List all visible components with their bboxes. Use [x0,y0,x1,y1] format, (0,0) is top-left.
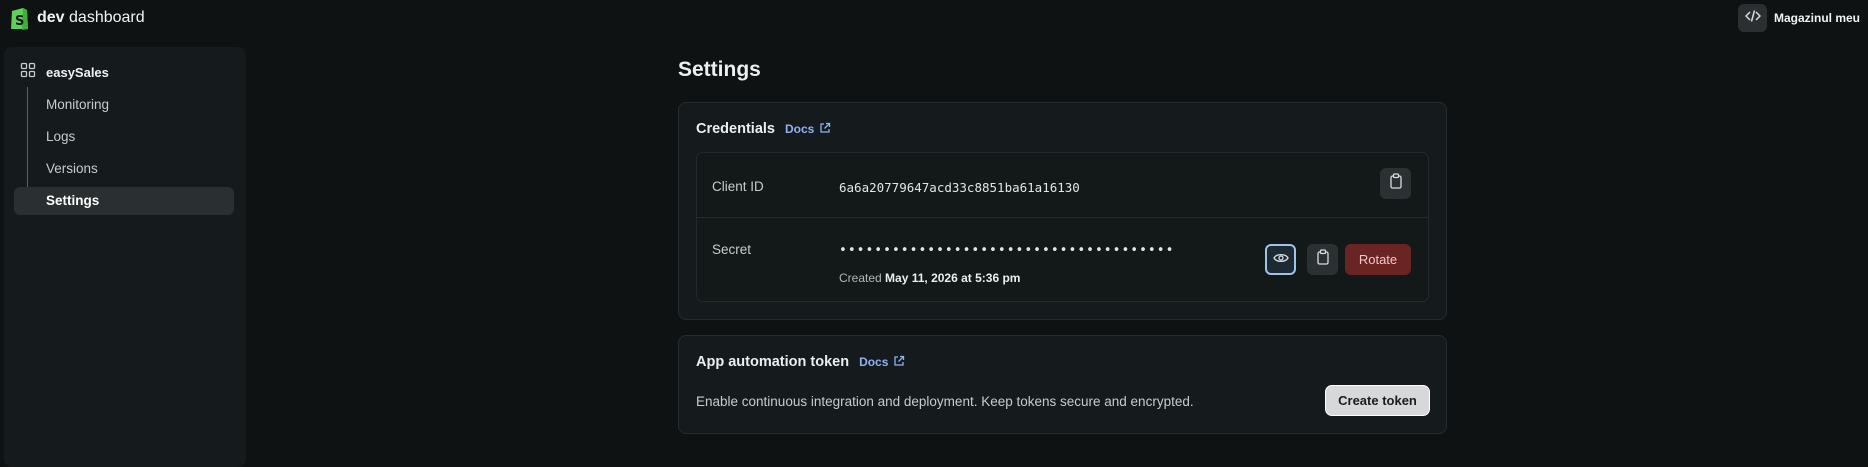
secret-value[interactable]: •••••••••••••••••••••••••••••••••••••• [839,243,1174,258]
automation-docs-link[interactable]: Docs [859,355,905,370]
sidebar: easySales Monitoring Logs Versions Setti… [4,47,246,467]
sidebar-item-settings[interactable]: Settings [14,187,234,215]
sidebar-item-label: Settings [46,193,100,208]
secret-created-text: Created May 11, 2026 at 5:36 pm [839,271,1020,285]
sidebar-item-logs[interactable]: Logs [46,129,75,144]
row-divider [697,217,1428,218]
secret-label: Secret [712,242,752,257]
store-name[interactable]: Magazinul meu [1774,11,1860,25]
svg-text:S: S [15,14,24,29]
credentials-docs-link[interactable]: Docs [785,122,831,137]
credentials-title: Credentials [696,121,775,137]
reveal-secret-button[interactable] [1265,244,1296,275]
code-button[interactable] [1738,4,1767,32]
apps-icon [20,62,36,83]
rotate-secret-button[interactable]: Rotate [1345,244,1411,275]
clipboard-icon [1389,173,1403,194]
external-link-icon [893,355,905,370]
credentials-card: Credentials Docs Client ID 6a6a20779647a… [678,102,1447,320]
sidebar-item-monitoring[interactable]: Monitoring [46,97,109,112]
top-bar: S dev dashboard Magazinul meu [0,0,1868,36]
copy-client-id-button[interactable] [1380,168,1411,199]
created-date: May 11, 2026 at 5:36 pm [885,271,1021,285]
external-link-icon [819,122,831,137]
automation-title: App automation token [696,354,850,370]
docs-label: Docs [784,122,815,136]
copy-secret-button[interactable] [1307,244,1338,275]
brand-bold: dev [37,9,65,26]
sidebar-app-item[interactable]: easySales [20,62,109,83]
sidebar-app-name: easySales [46,64,109,80]
automation-token-card: App automation token Docs Enable continu… [678,335,1447,434]
credentials-header: Credentials Docs [696,121,831,137]
brand-rest: dashboard [69,9,145,26]
eye-icon [1272,251,1289,269]
create-token-button[interactable]: Create token [1325,385,1430,416]
sidebar-item-versions[interactable]: Versions [46,161,98,176]
credentials-table: Client ID 6a6a20779647acd33c8851ba61a161… [696,152,1429,302]
shopify-logo-icon[interactable]: S [9,5,30,31]
code-icon [1744,9,1761,28]
app-brand[interactable]: dev dashboard [37,9,145,27]
docs-label: Docs [859,355,889,369]
client-id-label: Client ID [712,179,764,194]
clipboard-icon [1316,249,1330,270]
page-title: Settings [678,58,761,81]
automation-header: App automation token Docs [696,354,905,370]
automation-description: Enable continuous integration and deploy… [696,394,1194,409]
created-prefix: Created [839,271,882,285]
client-id-value[interactable]: 6a6a20779647acd33c8851ba61a16130 [839,180,1080,195]
